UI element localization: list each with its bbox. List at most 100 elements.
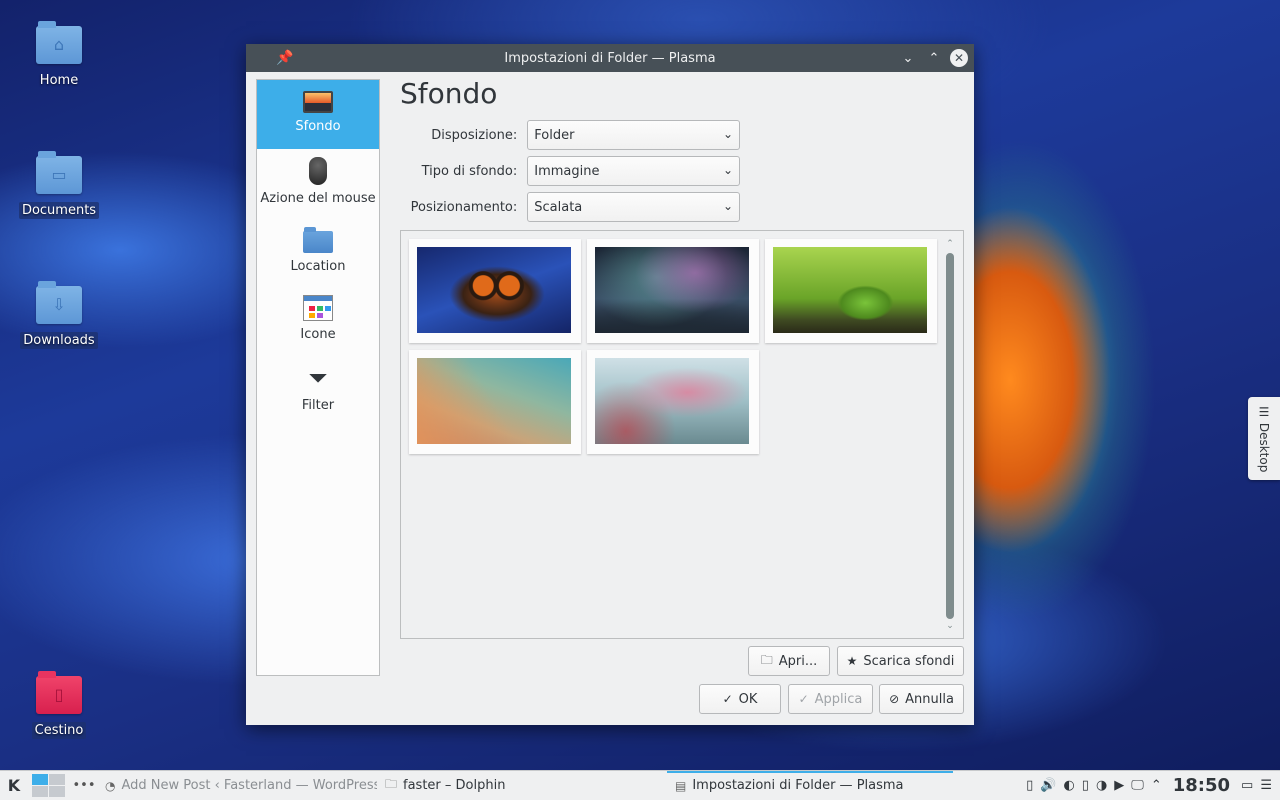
pin-icon[interactable]: 📌 bbox=[276, 50, 293, 66]
wallpaper-thumbnail-owl[interactable] bbox=[409, 239, 581, 343]
folder-icon: 🗀 bbox=[385, 777, 398, 791]
wallpaper-grid: ⌃ ⌄ bbox=[400, 230, 964, 639]
form-row-positioning: Posizionamento: Scalata ⌄ bbox=[400, 192, 740, 222]
layout-select[interactable]: Folder ⌄ bbox=[527, 120, 740, 150]
hamburger-icon: ☰ bbox=[1257, 404, 1271, 419]
task-label: Impostazioni di Folder — Plasma bbox=[692, 778, 904, 793]
folder-settings-dialog: 📌 Impostazioni di Folder — Plasma ⌄ ⌃ ✕ … bbox=[246, 44, 974, 725]
cancel-button-label: Annulla bbox=[905, 691, 954, 707]
window-title: Impostazioni di Folder — Plasma bbox=[504, 50, 716, 66]
ok-button[interactable]: ✓ OK bbox=[699, 684, 781, 714]
task-label: faster – Dolphin bbox=[403, 778, 506, 793]
virtual-desktop-pager[interactable] bbox=[28, 774, 71, 797]
sidebar-item-icons[interactable]: Icone bbox=[257, 287, 379, 356]
desktop-icon-label: Downloads bbox=[20, 332, 98, 349]
scrollbar[interactable]: ⌃ ⌄ bbox=[945, 239, 955, 631]
positioning-label: Posizionamento: bbox=[410, 199, 518, 215]
ok-button-label: OK bbox=[738, 691, 758, 707]
sidebar-item-mouse-action[interactable]: Azione del mouse bbox=[257, 149, 379, 218]
trash-icon: ▯ bbox=[36, 671, 82, 714]
check-icon: ✓ bbox=[798, 692, 809, 706]
wallpaper-type-select[interactable]: Immagine ⌄ bbox=[527, 156, 740, 186]
wallpaper-image bbox=[595, 358, 749, 444]
scroll-up-icon[interactable]: ⌃ bbox=[945, 239, 955, 249]
display-icon[interactable]: 🖵 bbox=[1131, 778, 1144, 793]
page-title: Sfondo bbox=[400, 77, 498, 110]
apply-button-label: Applica bbox=[814, 691, 863, 707]
open-button[interactable]: 🗀 Apri... bbox=[748, 646, 830, 676]
cancel-icon: ⊘ bbox=[889, 692, 900, 706]
updates-icon[interactable]: ◑ bbox=[1096, 778, 1107, 793]
settings-sidebar: Sfondo Azione del mouse Location Icone ⏷… bbox=[256, 79, 380, 676]
taskbar: K ••• ◔ Add New Post ‹ Fasterland — Word… bbox=[0, 770, 1280, 800]
icons-icon bbox=[303, 295, 333, 321]
positioning-select[interactable]: Scalata ⌄ bbox=[527, 192, 740, 222]
scroll-thumb[interactable] bbox=[946, 253, 954, 619]
wallpaper-thumbnail-grass[interactable] bbox=[587, 350, 759, 454]
sidebar-item-filter[interactable]: ⏷ Filter bbox=[257, 356, 379, 425]
wallpaper-thumbnail-aurora[interactable] bbox=[587, 239, 759, 343]
positioning-value: Scalata bbox=[534, 199, 583, 215]
sidebar-item-label: Azione del mouse bbox=[260, 191, 376, 206]
mouse-icon bbox=[309, 157, 327, 185]
desktop-toolbox-tab[interactable]: ☰ Desktop bbox=[1248, 397, 1280, 480]
sidebar-item-sfondo[interactable]: Sfondo bbox=[257, 80, 379, 149]
desktop-icon-label: Home bbox=[39, 73, 79, 88]
browser-icon: ◔ bbox=[105, 778, 116, 793]
task-dolphin[interactable]: 🗀 faster – Dolphin bbox=[377, 771, 667, 800]
show-desktop-icon[interactable]: ▭ bbox=[1241, 778, 1253, 793]
desktop-icon-trash[interactable]: ▯ Cestino bbox=[14, 671, 104, 739]
close-button[interactable]: ✕ bbox=[950, 49, 968, 67]
apply-button[interactable]: ✓ Applica bbox=[788, 684, 873, 714]
task-wordpress[interactable]: ◔ Add New Post ‹ Fasterland — WordPress bbox=[97, 771, 377, 800]
form-row-wallpaper-type: Tipo di sfondo: Immagine ⌄ bbox=[400, 156, 740, 186]
sidebar-item-label: Filter bbox=[301, 398, 335, 413]
folder-icon bbox=[303, 227, 333, 253]
overflow-icon[interactable]: ••• bbox=[71, 778, 97, 793]
application-launcher-icon[interactable]: K bbox=[0, 776, 28, 795]
sidebar-item-label: Sfondo bbox=[295, 119, 341, 134]
downloads-folder-icon: ⇩ bbox=[36, 281, 82, 324]
sidebar-item-label: Icone bbox=[300, 327, 336, 342]
sidebar-item-location[interactable]: Location bbox=[257, 218, 379, 287]
volume-icon[interactable]: 🔊 bbox=[1040, 778, 1056, 793]
battery-icon[interactable]: ▯ bbox=[1082, 778, 1089, 793]
panel-menu-icon[interactable]: ☰ bbox=[1260, 778, 1272, 793]
download-wallpapers-button[interactable]: ★ Scarica sfondi bbox=[837, 646, 964, 676]
task-folder-settings[interactable]: ▤ Impostazioni di Folder — Plasma bbox=[667, 770, 953, 800]
check-icon: ✓ bbox=[722, 692, 733, 706]
open-button-label: Apri... bbox=[778, 653, 818, 669]
wallpaper-thumbnail-leaf[interactable] bbox=[765, 239, 937, 343]
wallpaper-image bbox=[595, 247, 749, 333]
wallpaper-thumbnail-geometric[interactable] bbox=[409, 350, 581, 454]
layout-label: Disposizione: bbox=[431, 127, 518, 143]
system-tray: ▯ 🔊 ◐ ▯ ◑ ▶ 🖵 ⌃ 18:50 ▭ ☰ bbox=[1026, 775, 1280, 796]
chevron-down-icon: ⌄ bbox=[722, 199, 733, 213]
cancel-button[interactable]: ⊘ Annulla bbox=[879, 684, 964, 714]
wallpaper-type-value: Immagine bbox=[534, 163, 600, 179]
window-icon: ▤ bbox=[675, 778, 687, 793]
scroll-down-icon[interactable]: ⌄ bbox=[945, 621, 955, 631]
network-icon[interactable]: ◐ bbox=[1063, 778, 1074, 793]
home-folder-icon: ⌂ bbox=[36, 21, 82, 64]
download-button-label: Scarica sfondi bbox=[863, 653, 955, 669]
maximize-button[interactable]: ⌃ bbox=[924, 48, 944, 68]
form-row-layout: Disposizione: Folder ⌄ bbox=[400, 120, 740, 150]
desktop-icon-downloads[interactable]: ⇩ Downloads bbox=[14, 281, 104, 349]
chevron-down-icon: ⌄ bbox=[722, 163, 733, 177]
desktop-icon-documents[interactable]: ▭ Documents bbox=[14, 151, 104, 219]
titlebar[interactable]: 📌 Impostazioni di Folder — Plasma ⌄ ⌃ ✕ bbox=[246, 44, 974, 72]
desktop-icon-home[interactable]: ⌂ Home bbox=[14, 21, 104, 89]
clock[interactable]: 18:50 bbox=[1173, 775, 1230, 796]
wallpaper-image bbox=[773, 247, 927, 333]
desktop-icon-label: Documents bbox=[18, 202, 100, 219]
desktop-tab-label: Desktop bbox=[1257, 422, 1271, 473]
documents-folder-icon: ▭ bbox=[36, 151, 82, 194]
wallpaper-icon bbox=[303, 91, 333, 113]
task-label: Add New Post ‹ Fasterland — WordPress bbox=[121, 778, 377, 793]
clipboard-icon[interactable]: ▯ bbox=[1026, 778, 1033, 793]
media-player-icon[interactable]: ▶ bbox=[1114, 778, 1124, 793]
minimize-button[interactable]: ⌄ bbox=[898, 48, 918, 68]
desktop-icon-label: Cestino bbox=[31, 722, 87, 739]
tray-expand-icon[interactable]: ⌃ bbox=[1151, 778, 1162, 793]
